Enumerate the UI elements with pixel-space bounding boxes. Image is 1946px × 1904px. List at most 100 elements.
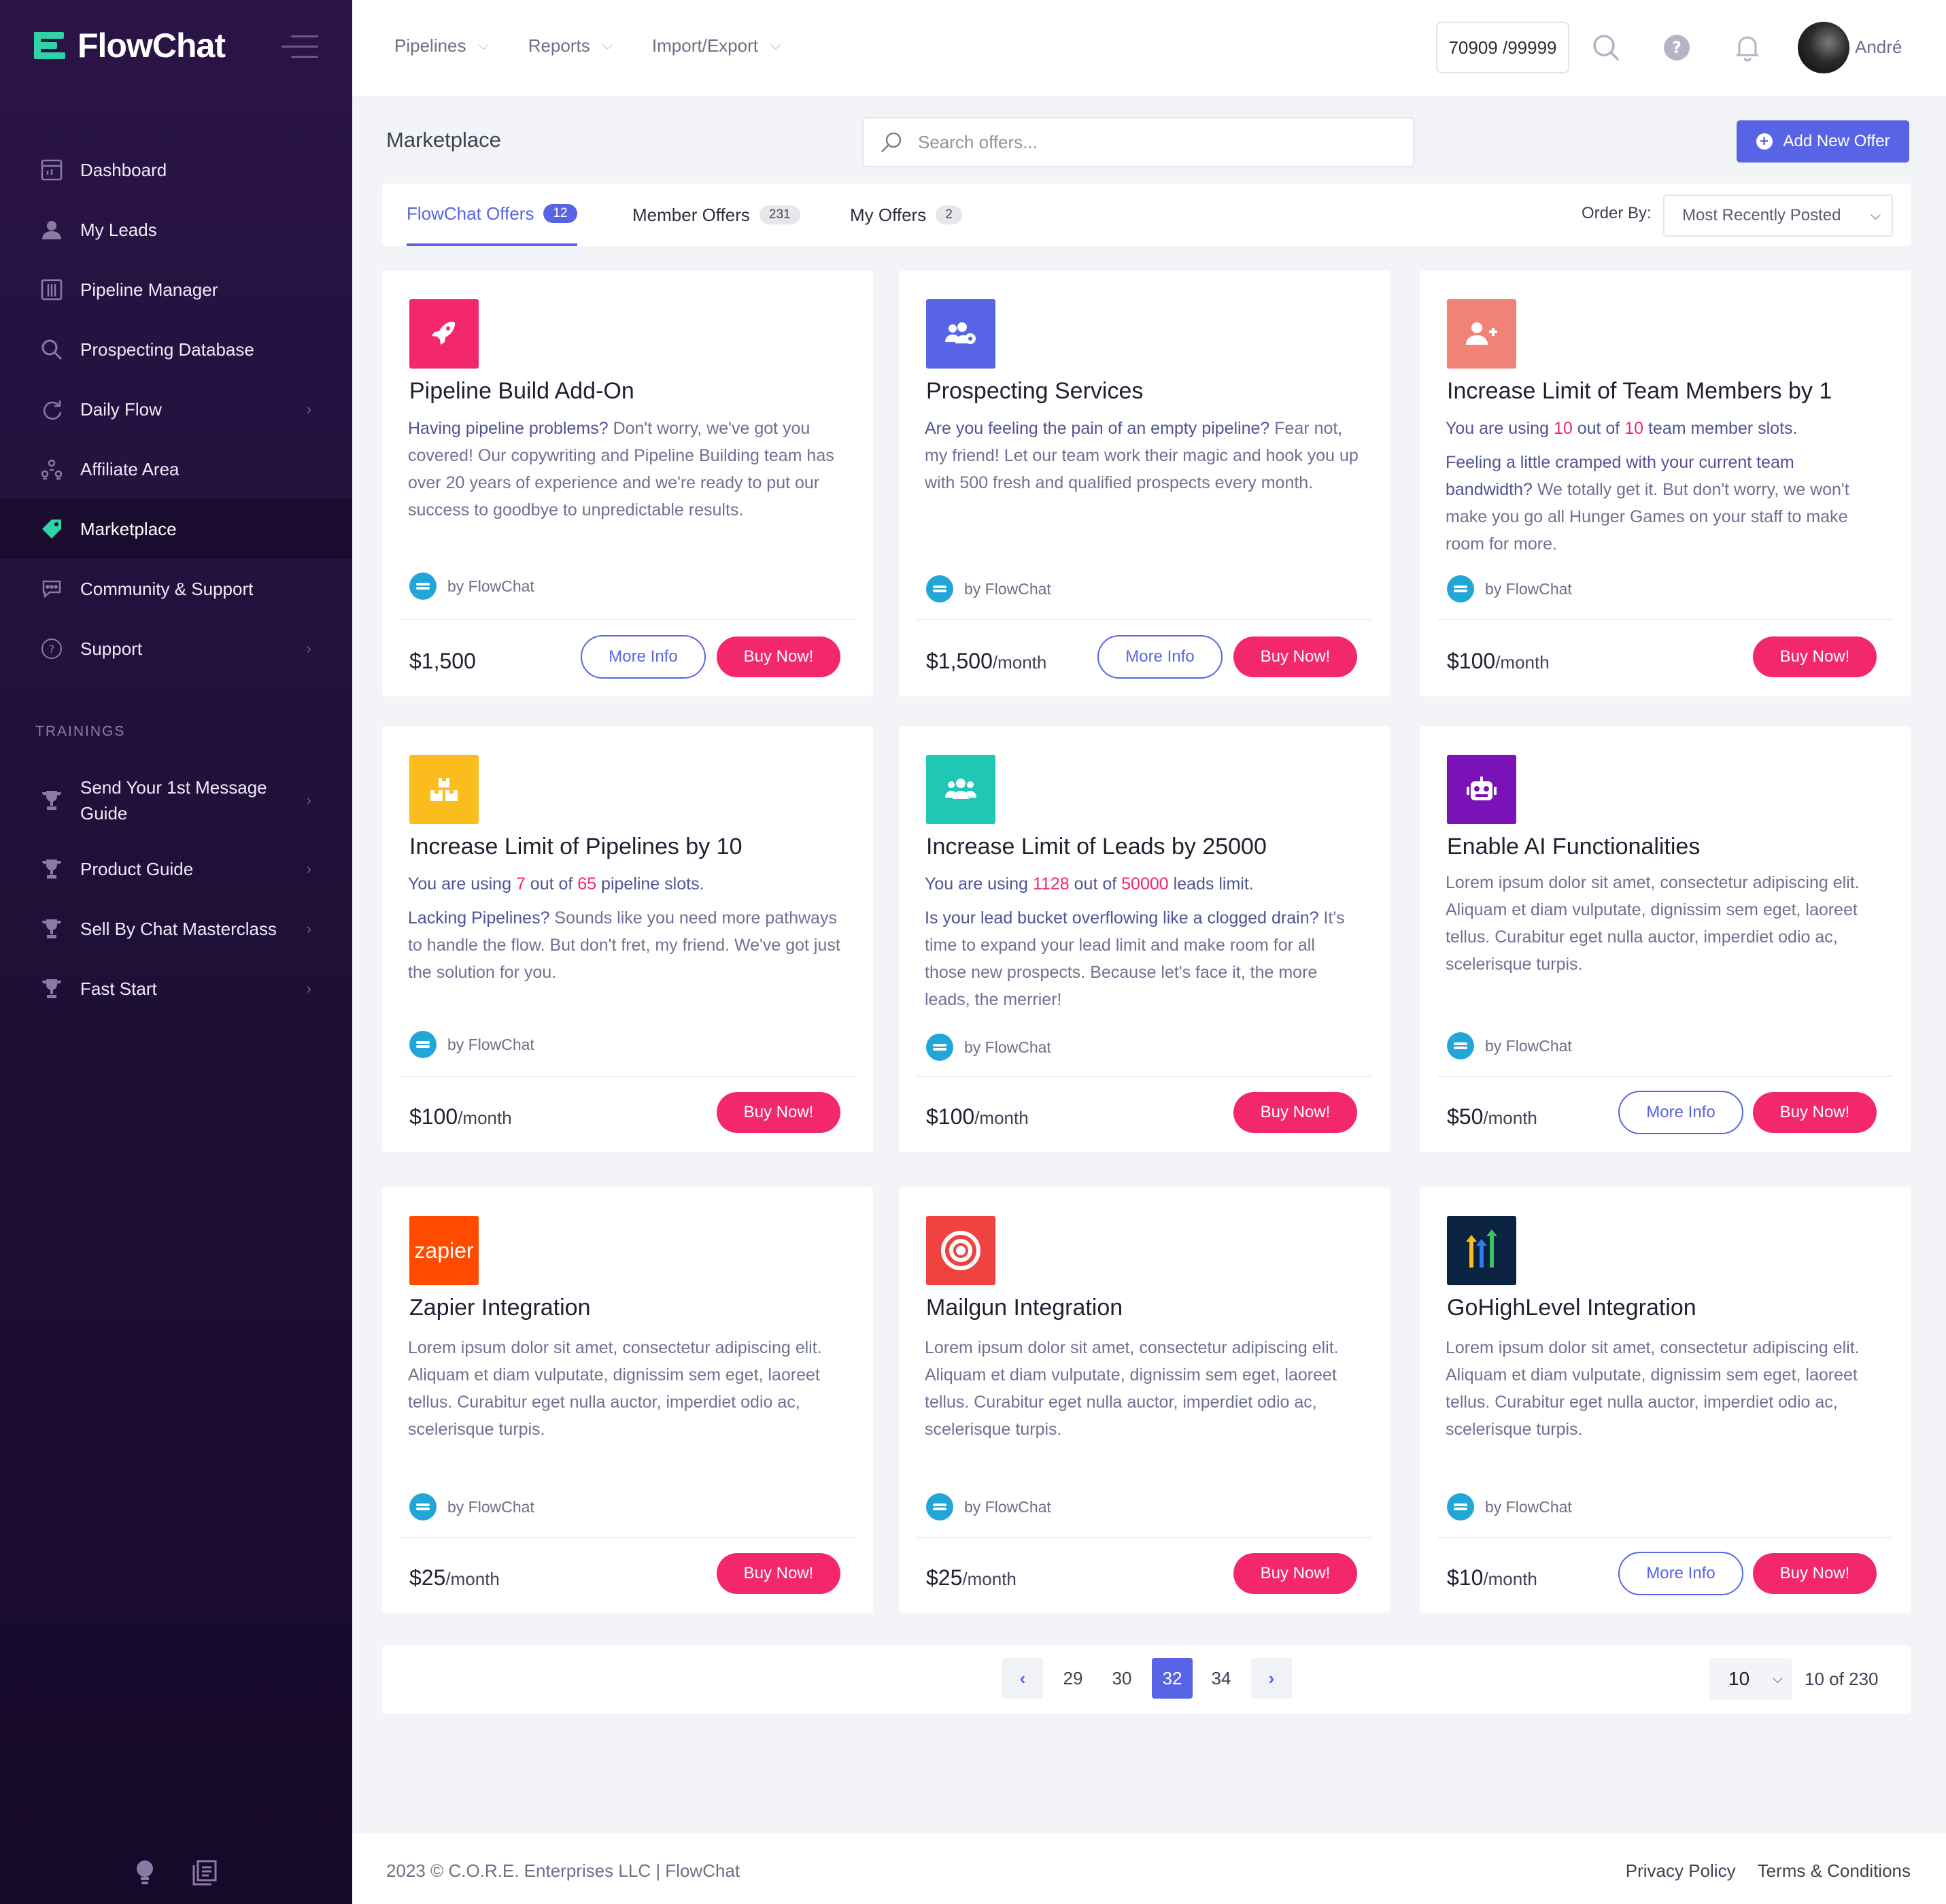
offer-price: $50/month xyxy=(1447,1104,1537,1129)
sidebar-item-community-support[interactable]: Community & Support xyxy=(0,559,352,619)
per-page-select[interactable]: 10 ⌵ xyxy=(1709,1658,1792,1700)
more-info-button[interactable]: More Info xyxy=(1618,1091,1743,1134)
usage-post: pipeline slots. xyxy=(596,874,704,894)
chevron-down-icon: ⌵ xyxy=(1772,1671,1783,1686)
sidebar-item-prospecting-database[interactable]: Prospecting Database xyxy=(0,320,352,379)
tab-member-offers[interactable]: Member Offers 231 xyxy=(632,184,800,246)
price-period: /month xyxy=(974,1108,1029,1128)
current-page-button[interactable]: 32 xyxy=(1152,1658,1193,1699)
training-item-first-message[interactable]: Send Your 1st Message Guide › xyxy=(0,762,352,839)
buy-now-button[interactable]: Buy Now! xyxy=(1233,1092,1357,1133)
tab-my-offers[interactable]: My Offers 2 xyxy=(850,184,962,246)
training-item-sell-by-chat[interactable]: Sell By Chat Masterclass › xyxy=(0,899,352,959)
offer-price: $25/month xyxy=(926,1565,1017,1591)
offer-usage: You are using 10 out of 10 team member s… xyxy=(1446,415,1881,442)
offer-title: GoHighLevel Integration xyxy=(1447,1295,1696,1321)
svg-text:?: ? xyxy=(49,643,55,656)
offer-title: Pipeline Build Add-On xyxy=(409,378,634,404)
usage-pre: You are using xyxy=(1446,419,1554,438)
search-input[interactable]: Search offers... xyxy=(862,117,1414,167)
training-label: Product Guide xyxy=(80,858,194,879)
offer-description: Having pipeline problems? Don't worry, w… xyxy=(408,415,843,524)
offer-price: $1,500/month xyxy=(926,649,1046,674)
sidebar-item-dashboard[interactable]: Dashboard xyxy=(0,140,352,200)
divider xyxy=(1437,1076,1893,1077)
sidebar-item-marketplace[interactable]: Marketplace xyxy=(0,499,352,559)
more-info-button[interactable]: More Info xyxy=(1618,1552,1743,1595)
topnav-reports[interactable]: Reports ⌵ xyxy=(528,35,613,56)
chevron-right-icon: › xyxy=(306,401,311,418)
changelog-icon[interactable] xyxy=(192,1859,218,1890)
price-period: /month xyxy=(1495,652,1550,673)
buy-now-button[interactable]: Buy Now! xyxy=(717,1092,840,1133)
add-new-offer-button[interactable]: + Add New Offer xyxy=(1737,120,1909,163)
prev-page-button[interactable]: ‹ xyxy=(1002,1658,1043,1699)
topnav-pipelines[interactable]: Pipelines ⌵ xyxy=(394,35,489,56)
training-item-product-guide[interactable]: Product Guide › xyxy=(0,839,352,899)
price-period: /month xyxy=(1483,1108,1537,1128)
bell-icon[interactable] xyxy=(1732,33,1762,63)
brand-name: FlowChat xyxy=(78,27,226,65)
page-button[interactable]: 30 xyxy=(1102,1658,1142,1699)
offer-card: GoHighLevel Integration Lorem ipsum dolo… xyxy=(1420,1187,1911,1613)
more-info-button[interactable]: More Info xyxy=(1097,635,1223,679)
sidebar-item-pipeline-manager[interactable]: Pipeline Manager xyxy=(0,260,352,320)
offer-title: Zapier Integration xyxy=(409,1295,591,1321)
user-plus-icon xyxy=(1447,299,1516,369)
search-icon[interactable] xyxy=(1591,33,1621,63)
user-avatar[interactable] xyxy=(1798,22,1849,73)
tab-flowchat-offers[interactable]: FlowChat Offers 12 xyxy=(407,184,577,246)
page-button[interactable]: 34 xyxy=(1201,1658,1242,1699)
help-icon[interactable]: ? xyxy=(1662,33,1692,63)
chevron-right-icon: › xyxy=(306,980,311,997)
dashboard-icon xyxy=(39,158,64,182)
buy-now-button[interactable]: Buy Now! xyxy=(1753,636,1877,677)
sidebar-item-daily-flow[interactable]: Daily Flow › xyxy=(0,379,352,439)
sidebar-item-support[interactable]: ? Support › xyxy=(0,619,352,679)
tab-label: Member Offers xyxy=(632,204,750,225)
topbar: Pipelines ⌵ Reports ⌵ Import/Export ⌵ 70909… xyxy=(352,0,1946,97)
next-page-button[interactable]: › xyxy=(1251,1658,1292,1699)
page-button[interactable]: 29 xyxy=(1053,1658,1093,1699)
trainings-nav: Send Your 1st Message Guide › Product Gui… xyxy=(0,762,352,1019)
buy-now-button[interactable]: Buy Now! xyxy=(717,1553,840,1594)
buy-now-button[interactable]: Buy Now! xyxy=(1753,1092,1877,1133)
page-title: Marketplace xyxy=(386,128,501,152)
order-by-label: Order By: xyxy=(1582,204,1652,222)
divider xyxy=(1437,619,1893,620)
flowchat-avatar-icon xyxy=(926,1493,953,1520)
usage-mid: out of xyxy=(525,874,578,894)
lightbulb-icon[interactable] xyxy=(133,1859,156,1890)
chat-icon xyxy=(39,577,64,601)
buy-now-button[interactable]: Buy Now! xyxy=(1233,1553,1357,1594)
brand-logo[interactable]: FlowChat xyxy=(34,26,226,65)
price-period: /month xyxy=(445,1569,500,1589)
user-name[interactable]: André xyxy=(1855,37,1902,58)
price-amount: $25 xyxy=(926,1565,963,1590)
price-amount: $1,500 xyxy=(926,649,993,673)
count-badge: 2 xyxy=(936,205,962,224)
training-item-fast-start[interactable]: Fast Start › xyxy=(0,959,352,1019)
terms-link[interactable]: Terms & Conditions xyxy=(1758,1860,1911,1882)
columns-icon xyxy=(39,277,64,302)
more-info-button[interactable]: More Info xyxy=(581,635,706,679)
sidebar-item-affiliate-area[interactable]: Affiliate Area xyxy=(0,439,352,499)
topnav-import-export[interactable]: Import/Export ⌵ xyxy=(652,35,781,56)
sidebar-item-my-leads[interactable]: My Leads xyxy=(0,200,352,260)
offer-description: Feeling a little cramped with your curre… xyxy=(1446,449,1881,558)
order-by-select[interactable]: Most Recently Posted ⌵ xyxy=(1663,194,1893,237)
offer-usage: You are using 7 out of 65 pipeline slots… xyxy=(408,870,843,898)
divider xyxy=(1437,1537,1893,1538)
order-by-value: Most Recently Posted xyxy=(1682,206,1841,224)
sidebar-item-label: Pipeline Manager xyxy=(80,279,218,300)
topnav-label: Pipelines xyxy=(394,35,466,56)
privacy-policy-link[interactable]: Privacy Policy xyxy=(1626,1860,1736,1882)
sidebar-item-label: Affiliate Area xyxy=(80,458,180,479)
menu-toggle-icon[interactable] xyxy=(281,35,318,66)
price-period: /month xyxy=(1483,1569,1537,1589)
buy-now-button[interactable]: Buy Now! xyxy=(717,636,840,677)
refresh-icon xyxy=(39,397,64,422)
plus-icon: + xyxy=(1756,133,1773,150)
buy-now-button[interactable]: Buy Now! xyxy=(1753,1553,1877,1594)
buy-now-button[interactable]: Buy Now! xyxy=(1233,636,1357,677)
